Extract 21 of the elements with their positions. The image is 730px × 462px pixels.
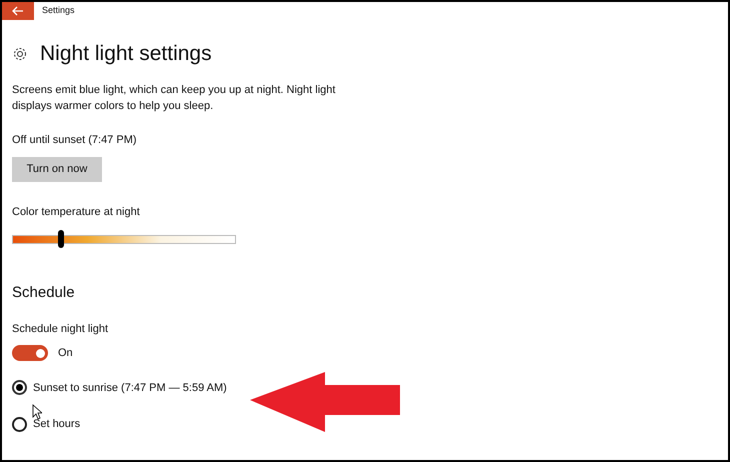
pointer-arrow-icon: [250, 372, 402, 432]
gear-icon: [12, 46, 28, 62]
radio-label: Set hours: [33, 417, 80, 432]
radio-label: Sunset to sunrise (7:47 PM — 5:59 AM): [33, 380, 227, 396]
status-text: Off until sunset (7:47 PM): [12, 133, 138, 148]
back-button[interactable]: [2, 2, 34, 20]
toggle-switch[interactable]: [12, 345, 48, 362]
toggle-state-text: On: [58, 346, 73, 361]
back-arrow-icon: [12, 6, 24, 16]
slider-label: Color temperature at night: [12, 204, 141, 220]
schedule-heading: Schedule: [12, 283, 76, 303]
page-heading: Night light settings: [40, 41, 212, 67]
schedule-toggle-label: Schedule night light: [12, 322, 110, 336]
radio-button[interactable]: [12, 416, 27, 432]
radio-button[interactable]: [12, 380, 27, 396]
mouse-cursor-icon: [32, 404, 42, 420]
slider-thumb[interactable]: [58, 230, 64, 248]
window-title: Settings: [42, 4, 75, 18]
description-text: Screens emit blue light, which can keep you up at night. Night light displays warmer colors to help you sleep.: [12, 83, 336, 114]
color-temperature-slider[interactable]: [12, 230, 236, 248]
turn-on-button[interactable]: Turn on now: [12, 156, 102, 182]
